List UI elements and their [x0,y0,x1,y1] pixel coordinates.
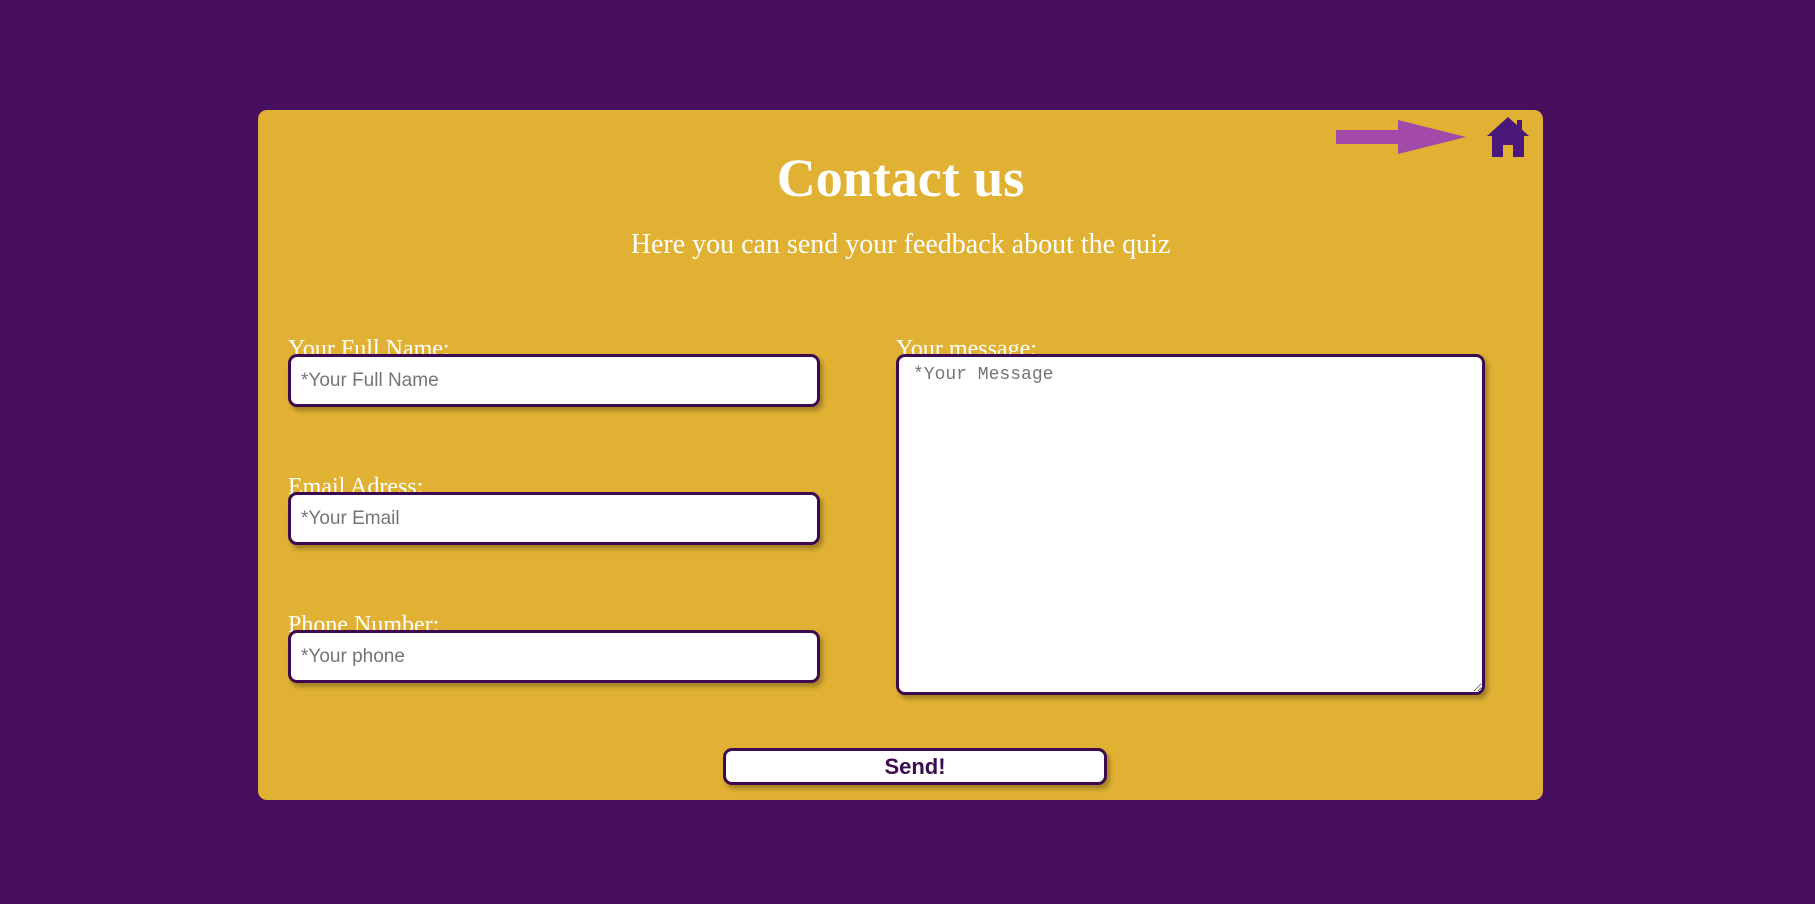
full-name-input[interactable] [288,354,820,407]
email-input[interactable] [288,492,820,545]
page-title: Contact us [776,148,1025,208]
contact-card: Contact us Here you can send your feedba… [258,110,1543,800]
phone-input[interactable] [288,630,820,683]
send-button[interactable]: Send! [723,748,1107,785]
message-textarea[interactable] [896,354,1485,695]
page-subtitle: Here you can send your feedback about th… [630,229,1171,260]
